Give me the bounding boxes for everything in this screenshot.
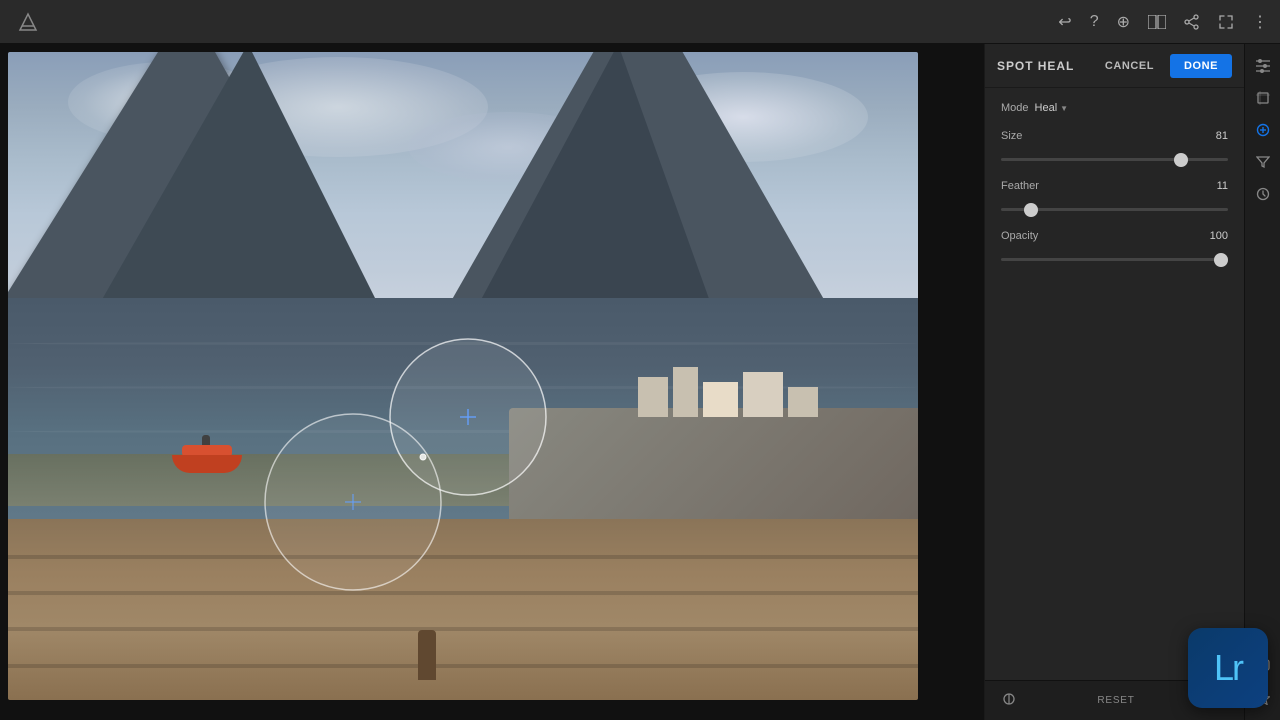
boat-hull: [172, 455, 242, 473]
crop-icon[interactable]: [1249, 84, 1277, 112]
add-icon[interactable]: ⊕: [1117, 12, 1130, 32]
building: [703, 382, 738, 417]
share-icon[interactable]: [1184, 14, 1200, 30]
size-slider[interactable]: [1001, 158, 1228, 161]
filters-icon[interactable]: [1249, 148, 1277, 176]
dock-layer: [8, 519, 918, 700]
building: [673, 367, 698, 417]
opacity-value: 100: [1210, 230, 1228, 242]
cancel-button[interactable]: CANCEL: [1095, 54, 1164, 78]
mode-row: Mode Heal ▼: [1001, 102, 1228, 114]
photo-container[interactable]: [8, 52, 918, 700]
compare-icon[interactable]: [1148, 15, 1166, 29]
sky-layer: [8, 52, 918, 324]
opacity-label: Opacity: [1001, 230, 1038, 242]
dock-plank: [8, 591, 918, 595]
size-label-row: Size 81: [1001, 130, 1228, 142]
opacity-control: Opacity 100: [1001, 230, 1228, 266]
help-icon[interactable]: ?: [1090, 13, 1099, 31]
building: [788, 387, 818, 417]
feather-value: 11: [1217, 180, 1228, 192]
undo-icon[interactable]: ↩: [1058, 12, 1071, 32]
topbar-icons: ↩ ? ⊕ ⋮: [1058, 12, 1268, 32]
size-label: Size: [1001, 130, 1022, 142]
done-button[interactable]: DONE: [1170, 54, 1232, 78]
panel-title: SPOT HEAL: [997, 59, 1095, 73]
mountain-right2: [468, 52, 718, 324]
dock-plank: [8, 664, 918, 668]
dock-plank: [8, 627, 918, 631]
building: [638, 377, 668, 417]
canvas-area: [0, 44, 984, 720]
rocks-layer: [509, 408, 919, 518]
size-control: Size 81: [1001, 130, 1228, 166]
main-area: SPOT HEAL CANCEL DONE Mode Heal ▼ Size 8…: [0, 44, 1280, 720]
buildings-area: [638, 337, 838, 417]
reset-button[interactable]: RESET: [1097, 695, 1134, 706]
adjustments-icon[interactable]: [1249, 52, 1277, 80]
history-icon[interactable]: [1249, 180, 1277, 208]
tools-icon[interactable]: [1001, 691, 1017, 710]
dock-plank: [8, 555, 918, 559]
feather-label: Feather: [1001, 180, 1039, 192]
panel-controls: Mode Heal ▼ Size 81 Feather 11: [985, 88, 1244, 398]
side-icons-panel: [1244, 44, 1280, 720]
building: [743, 372, 783, 417]
topbar: ↩ ? ⊕ ⋮: [0, 0, 1280, 44]
mode-chevron-icon: ▼: [1060, 104, 1068, 113]
opacity-label-row: Opacity 100: [1001, 230, 1228, 242]
lr-badge: Lr: [1188, 628, 1268, 708]
mode-selector[interactable]: Heal ▼: [1035, 102, 1069, 114]
feather-control: Feather 11: [1001, 180, 1228, 216]
spot-heal-icon[interactable]: [1249, 116, 1277, 144]
app-logo: [12, 6, 44, 38]
more-icon[interactable]: ⋮: [1252, 12, 1268, 32]
opacity-slider[interactable]: [1001, 258, 1228, 261]
lr-badge-text: Lr: [1214, 647, 1242, 689]
feather-slider[interactable]: [1001, 208, 1228, 211]
fullscreen-icon[interactable]: [1218, 14, 1234, 30]
mode-value: Heal: [1035, 102, 1058, 114]
dock-post: [418, 630, 436, 680]
size-value: 81: [1216, 130, 1228, 142]
panel-header: SPOT HEAL CANCEL DONE: [985, 44, 1244, 88]
mountain-left2: [88, 52, 388, 324]
feather-label-row: Feather 11: [1001, 180, 1228, 192]
right-panel: SPOT HEAL CANCEL DONE Mode Heal ▼ Size 8…: [984, 44, 1244, 720]
boat: [172, 443, 242, 473]
mode-label: Mode: [1001, 102, 1029, 114]
